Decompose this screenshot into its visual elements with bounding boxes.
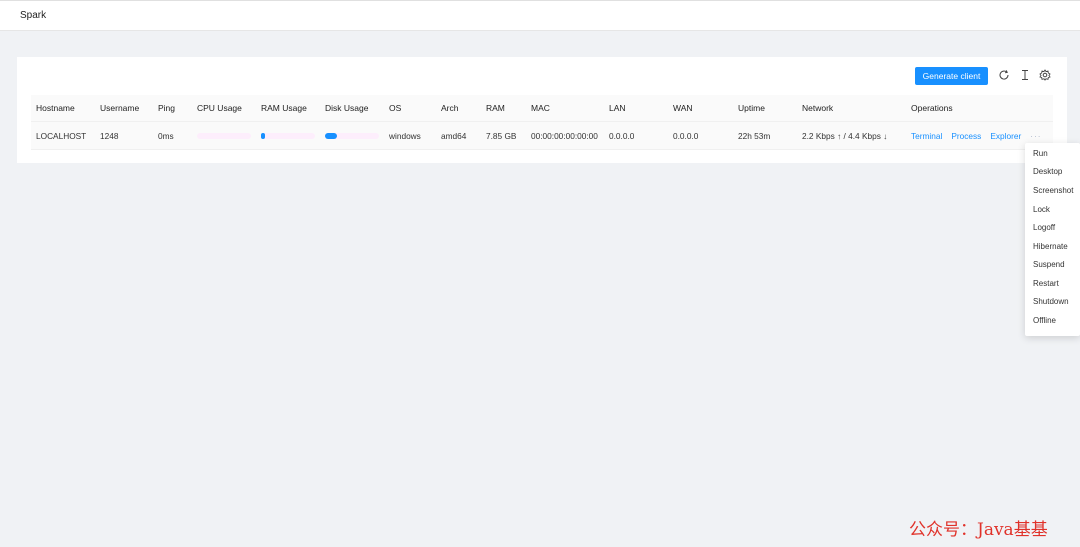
cell-username: 1248 [100,130,119,141]
column-header-os[interactable]: OS [389,95,435,121]
column-header-operations: Operations [911,103,953,113]
settings-icon[interactable] [1039,69,1051,81]
explorer-link[interactable]: Explorer [990,131,1021,141]
cell-lan: 0.0.0.0 [609,130,635,141]
column-header-hostname[interactable]: Hostname [36,95,96,121]
table-row: LOCALHOST 1248 0ms windows amd64 7.85 GB [31,122,1053,150]
app-title: Spark [20,10,47,21]
column-header-network[interactable]: Network [802,95,906,121]
column-header-mac[interactable]: MAC [531,95,605,121]
cell-mac: 00:00:00:00:00:00 [531,130,598,141]
column-header-uptime[interactable]: Uptime [738,95,798,121]
watermark-text: 公众号：Java基基 [909,520,1048,540]
top-header: Spark [0,0,1080,31]
text-cursor-icon[interactable] [1019,69,1031,81]
cell-hostname: LOCALHOST [36,130,87,141]
cell-cpu-usage [197,122,251,149]
column-header-ram[interactable]: RAM [486,95,526,121]
column-header-wan[interactable]: WAN [673,95,733,121]
menu-item-shutdown[interactable]: Shutdown [1033,297,1069,306]
menu-item-desktop[interactable]: Desktop [1033,167,1062,176]
cell-operations: Terminal Process Explorer ··· [911,122,1042,149]
more-actions-ellipsis-icon[interactable]: ··· [1030,131,1041,141]
menu-item-lock[interactable]: Lock [1033,205,1050,214]
menu-item-hibernate[interactable]: Hibernate [1033,242,1068,251]
menu-item-offline[interactable]: Offline [1033,316,1056,325]
cell-uptime: 22h 53m [738,130,771,141]
process-link[interactable]: Process [951,131,981,141]
table-header: Hostname Username Ping CPU Usage RAM Usa… [31,95,1053,122]
cell-ram-usage [261,122,315,149]
menu-item-suspend[interactable]: Suspend [1033,260,1065,269]
column-header-disk-usage[interactable]: Disk Usage [325,95,385,121]
column-header-lan[interactable]: LAN [609,95,669,121]
menu-item-screenshot[interactable]: Screenshot [1033,186,1073,195]
menu-item-restart[interactable]: Restart [1033,279,1059,288]
refresh-icon[interactable] [998,69,1010,81]
column-header-ram-usage[interactable]: RAM Usage [261,95,321,121]
column-header-arch[interactable]: Arch [441,95,481,121]
clients-card: Generate client Hostname Username Ping C… [17,57,1067,163]
menu-item-run[interactable]: Run [1033,149,1048,158]
ram-usage-bar-fill [261,132,265,139]
disk-usage-bar-fill [325,132,337,139]
cell-network: 2.2 Kbps ↑ / 4.4 Kbps ↓ [802,130,888,141]
ram-usage-bar [261,132,315,139]
column-header-cpu-usage[interactable]: CPU Usage [197,95,257,121]
terminal-link[interactable]: Terminal [911,131,942,141]
more-actions-dropdown: Run Desktop Screenshot Lock Logoff Hiber… [1025,143,1080,336]
column-header-username[interactable]: Username [100,95,154,121]
cell-disk-usage [325,122,379,149]
generate-client-button[interactable]: Generate client [915,67,988,85]
menu-item-logoff[interactable]: Logoff [1033,223,1055,232]
cell-ping: 0ms [158,130,174,141]
disk-usage-bar [325,132,379,139]
column-header-ping[interactable]: Ping [158,95,194,121]
cell-ram: 7.85 GB [486,130,517,141]
cell-os: windows [389,130,421,141]
cell-arch: amd64 [441,130,467,141]
cell-wan: 0.0.0.0 [673,130,699,141]
clients-table: Hostname Username Ping CPU Usage RAM Usa… [31,95,1053,150]
cpu-usage-bar [197,132,251,139]
